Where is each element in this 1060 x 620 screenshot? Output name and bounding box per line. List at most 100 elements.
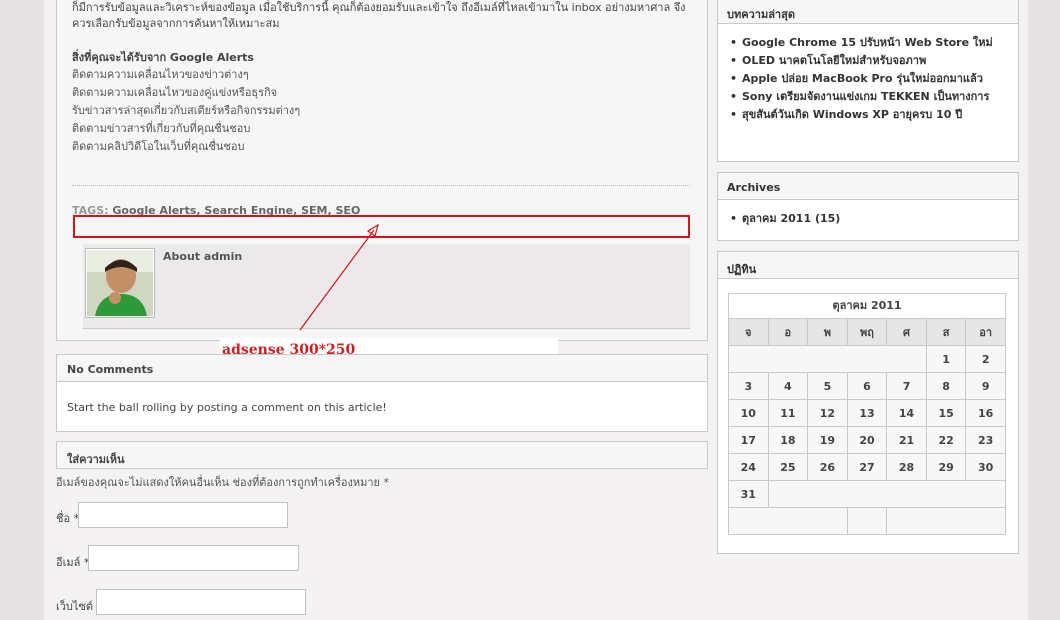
weekday-cell: จ: [728, 318, 769, 346]
reply-note: อีเมล์ของคุณจะไม่แสดงให้คนอื่นเห็น ช่องท…: [56, 476, 389, 489]
calendar-week-row: 17 18 19 20 21 22 23: [728, 426, 1006, 454]
calendar-nav-prev: [728, 507, 848, 535]
weekday-cell: พฤ: [846, 318, 888, 346]
calendar-empty-cell: [767, 480, 1007, 508]
post-intro: ก็มีการรับข้อมูลและวิเคราะห์ของข้อมูล เม…: [72, 0, 702, 32]
comments-header: No Comments: [57, 355, 707, 382]
calendar-widget: ปฏิทิน ตุลาคม 2011 จ อ พ พฤ ศ ส อา 1 2 3…: [717, 251, 1019, 554]
calendar-day: 22: [925, 426, 967, 454]
email-field[interactable]: [88, 545, 299, 571]
comments-empty-text: Start the ball rolling by posting a comm…: [67, 401, 387, 414]
recent-posts-widget: บทความล่าสุด Google Chrome 15 ปรับหน้า W…: [717, 0, 1019, 162]
recent-post-link[interactable]: Sony เตรียมจัดงานแข่งเกม TEKKEN เป็นทางก…: [718, 88, 1018, 106]
calendar-day: 15: [925, 399, 967, 427]
archives-title: Archives: [727, 181, 781, 194]
calendar-week-row: 3 4 5 6 7 8 9: [728, 372, 1006, 400]
calendar-day: 13: [846, 399, 888, 427]
archives-header: Archives: [718, 173, 1018, 200]
intro-line: ควรเลือกรับข้อมูลจากการค้นหาให้เหมาะสม: [72, 17, 280, 30]
email-label: อีเมล์ *: [56, 556, 90, 569]
calendar-day: 27: [846, 453, 888, 481]
ad-placeholder-box: [73, 215, 690, 238]
archives-list: ตุลาคม 2011 (15): [718, 210, 1018, 228]
calendar-day: 17: [728, 426, 769, 454]
weekday-cell: อา: [965, 318, 1006, 346]
weekday-cell: ศ: [886, 318, 927, 346]
alerts-item: รับข่าวสารล่าสุดเกี่ยวกับสเตียร์หรือกิจก…: [72, 104, 301, 117]
calendar-day: 26: [807, 453, 848, 481]
calendar-day: 20: [846, 426, 888, 454]
calendar-day: 12: [807, 399, 848, 427]
calendar-header: ปฏิทิน: [718, 252, 1018, 279]
calendar-day: 16: [965, 399, 1006, 427]
calendar-day: 18: [767, 426, 809, 454]
calendar-day: 28: [886, 453, 927, 481]
calendar-day: 31: [728, 480, 769, 508]
calendar-title: ปฏิทิน: [727, 263, 757, 276]
recent-post-link[interactable]: Google Chrome 15 ปรับหน้า Web Store ใหม่: [718, 34, 1018, 52]
reply-title: ใส่ความเห็น: [67, 453, 125, 466]
avatar[interactable]: [85, 248, 155, 318]
calendar-day: 1: [925, 345, 967, 373]
calendar-table: ตุลาคม 2011 จ อ พ พฤ ศ ส อา 1 2 3 4 5 6 …: [728, 293, 1007, 535]
calendar-day: 11: [767, 399, 809, 427]
calendar-nav-row: [728, 507, 1006, 535]
calendar-day: 23: [965, 426, 1006, 454]
name-label: ชื่อ *: [56, 512, 80, 525]
alerts-list: ติดตามความเคลื่อนไหวของข่าวต่างๆ ติดตามค…: [72, 66, 300, 156]
weekday-cell: อ: [767, 318, 809, 346]
calendar-day: 7: [886, 372, 927, 400]
calendar-day: 19: [807, 426, 848, 454]
calendar-week-row: 1 2: [728, 345, 1006, 373]
calendar-day: 24: [728, 453, 769, 481]
comments-title: No Comments: [67, 363, 154, 376]
recent-post-link[interactable]: OLED นาคตโนโลยีใหม่สำหรับจอภาพ: [718, 52, 1018, 70]
alerts-item: ติดตามคลิปวิดีโอในเว็บที่คุณชื่นชอบ: [72, 140, 245, 153]
alerts-title: สิ่งที่คุณจะได้รับจาก Google Alerts: [72, 51, 254, 64]
calendar-caption: ตุลาคม 2011: [728, 293, 1006, 318]
divider: [72, 185, 690, 186]
calendar-day: 30: [965, 453, 1006, 481]
archive-link[interactable]: ตุลาคม 2011 (15): [718, 210, 1018, 228]
calendar-day: 9: [965, 372, 1006, 400]
calendar-week-row: 31: [728, 480, 1007, 508]
post-article: ก็มีการรับข้อมูลและวิเคราะห์ของข้อมูล เม…: [56, 0, 708, 341]
calendar-day: 6: [846, 372, 888, 400]
calendar-day: 8: [925, 372, 967, 400]
website-field[interactable]: [96, 589, 306, 615]
calendar-day: 10: [728, 399, 769, 427]
author-name: About admin: [163, 250, 243, 263]
calendar-day: 2: [965, 345, 1006, 373]
comments-section: No Comments Start the ball rolling by po…: [56, 354, 708, 432]
alerts-item: ติดตามข่าวสารที่เกี่ยวกับที่คุณชื่นชอบ: [72, 122, 251, 135]
calendar-day: 4: [767, 372, 809, 400]
calendar-week-row: 24 25 26 27 28 29 30: [728, 453, 1006, 481]
recent-posts-title: บทความล่าสุด: [727, 8, 795, 21]
intro-line: ก็มีการรับข้อมูลและวิเคราะห์ของข้อมูล เม…: [72, 1, 686, 14]
alerts-item: ติดตามความเคลื่อนไหวของข่าวต่างๆ: [72, 68, 249, 81]
reply-header: ใส่ความเห็น: [56, 441, 708, 469]
recent-post-link[interactable]: สุขสันต์วันเกิด Windows XP อายุครบ 10 ปี: [718, 106, 1018, 124]
calendar-day: 21: [886, 426, 927, 454]
calendar-weekday-row: จ อ พ พฤ ศ ส อา: [728, 318, 1006, 346]
calendar-week-row: 10 11 12 13 14 15 16: [728, 399, 1006, 427]
calendar-day: 3: [728, 372, 769, 400]
recent-post-link[interactable]: Apple ปล่อย MacBook Pro รุ่นใหม่ออกมาแล้…: [718, 70, 1018, 88]
weekday-cell: ส: [925, 318, 967, 346]
calendar-day: 25: [767, 453, 809, 481]
author-box: About admin: [83, 244, 690, 329]
calendar-day: 29: [925, 453, 967, 481]
recent-posts-list: Google Chrome 15 ปรับหน้า Web Store ใหม่…: [718, 34, 1018, 124]
calendar-nav-pad: [846, 507, 888, 535]
archives-widget: Archives ตุลาคม 2011 (15): [717, 172, 1019, 241]
recent-posts-header: บทความล่าสุด: [718, 0, 1018, 24]
calendar-empty-cell: [728, 345, 927, 373]
alerts-item: ติดตามความเคลื่อนไหวของคู่แข่งหรือธุรกิจ: [72, 86, 278, 99]
website-label: เว็บไซต์: [56, 600, 94, 613]
calendar-day: 5: [807, 372, 848, 400]
calendar-day: 14: [886, 399, 927, 427]
weekday-cell: พ: [807, 318, 848, 346]
avatar-image: [87, 250, 153, 316]
name-field[interactable]: [78, 502, 288, 528]
calendar-nav-next: [886, 507, 1006, 535]
